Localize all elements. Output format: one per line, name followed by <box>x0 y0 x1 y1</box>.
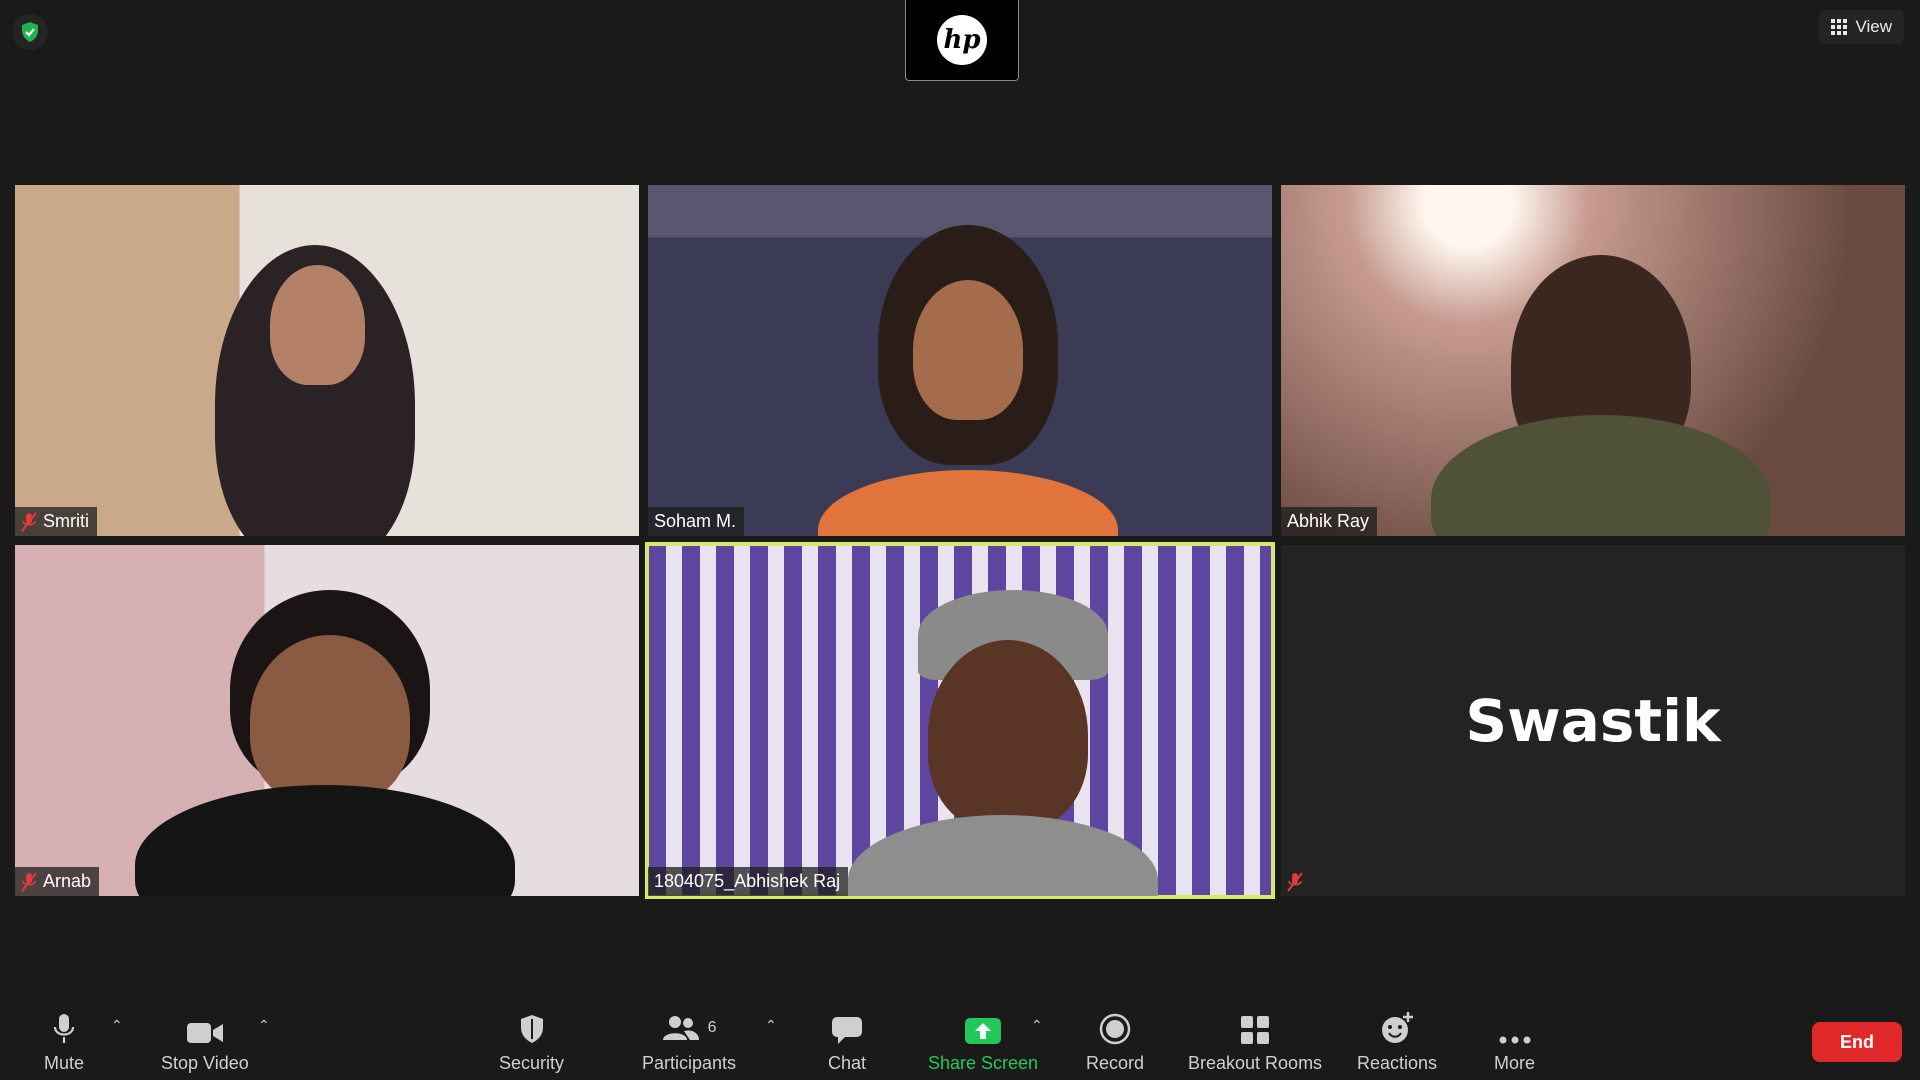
grid-icon <box>1831 19 1848 35</box>
video-tile-arnab[interactable]: Arnab <box>15 545 639 896</box>
participant-name: 1804075_Abhishek Raj <box>654 871 841 891</box>
smiley-plus-icon <box>1380 1011 1414 1045</box>
share-screen-button[interactable]: Share Screen <box>928 1011 1038 1074</box>
end-meeting-button[interactable]: End <box>1812 1022 1902 1062</box>
share-screen-label: Share Screen <box>928 1053 1039 1073</box>
video-tile-soham[interactable]: Soham M. <box>648 185 1272 536</box>
participant-namebar: 1804075_Abhishek Raj <box>648 867 849 896</box>
more-button[interactable]: More <box>1494 1011 1535 1074</box>
participant-namebar: Smriti <box>15 507 97 536</box>
video-tile-swastik-video-off[interactable]: Swastik <box>1281 545 1905 896</box>
breakout-rooms-label: Breakout Rooms <box>1188 1053 1323 1073</box>
stop-video-button[interactable]: Stop Video <box>161 1011 249 1074</box>
participants-count: 6 <box>707 1019 717 1036</box>
participants-button[interactable]: 6 Participants <box>642 1011 736 1074</box>
participant-namebar <box>1281 868 1311 896</box>
breakout-rooms-button[interactable]: Breakout Rooms <box>1188 1011 1322 1074</box>
mic-muted-icon <box>1287 872 1303 892</box>
audio-options-caret-icon[interactable]: ⌃ <box>111 1017 123 1034</box>
record-button[interactable]: Record <box>1086 1011 1144 1074</box>
participants-options-caret-icon[interactable]: ⌃ <box>765 1017 777 1034</box>
view-button[interactable]: View <box>1819 10 1904 44</box>
participant-name: Smriti <box>43 511 89 531</box>
mute-button[interactable]: Mute <box>44 1011 84 1074</box>
participant-namebar: Abhik Ray <box>1281 507 1378 536</box>
record-label: Record <box>1086 1053 1145 1073</box>
breakout-rooms-grid-icon <box>1240 1011 1270 1045</box>
mic-muted-icon <box>21 871 37 892</box>
microphone-icon <box>53 1011 75 1045</box>
video-options-caret-icon[interactable]: ⌃ <box>258 1017 270 1034</box>
security-shield-icon[interactable] <box>12 14 48 50</box>
meeting-toolbar: Mute ⌃ Stop Video ⌃ Security 6 Participa… <box>0 998 1920 1080</box>
participant-name: Abhik Ray <box>1287 511 1370 531</box>
video-tile-smriti[interactable]: Smriti <box>15 185 639 536</box>
participant-name: Arnab <box>43 871 92 891</box>
share-options-caret-icon[interactable]: ⌃ <box>1031 1017 1043 1034</box>
more-label: More <box>1494 1053 1536 1073</box>
share-screen-arrow-icon <box>964 1011 1002 1045</box>
video-tile-abhishek-active-speaker[interactable]: 1804075_Abhishek Raj <box>645 542 1275 899</box>
participant-display-name: Swastik <box>1465 686 1721 755</box>
participants-label: Participants <box>642 1053 737 1073</box>
stop-video-label: Stop Video <box>161 1053 249 1073</box>
chat-button[interactable]: Chat <box>828 1011 866 1074</box>
mic-muted-icon <box>21 511 37 532</box>
video-camera-icon <box>186 1011 224 1045</box>
mute-label: Mute <box>44 1053 85 1073</box>
video-tile-abhik[interactable]: Abhik Ray <box>1281 185 1905 536</box>
participant-namebar: Arnab <box>15 867 100 896</box>
reactions-button[interactable]: Reactions <box>1357 1011 1437 1074</box>
reactions-label: Reactions <box>1357 1053 1438 1073</box>
chat-label: Chat <box>828 1053 867 1073</box>
shield-icon <box>518 1011 546 1045</box>
participants-icon: 6 <box>662 1011 717 1045</box>
chat-bubble-icon <box>831 1011 863 1045</box>
view-label: View <box>1855 17 1892 36</box>
participant-name: Soham M. <box>654 511 737 531</box>
security-button[interactable]: Security <box>499 1011 564 1074</box>
record-icon <box>1099 1011 1131 1045</box>
hp-logo: hp <box>937 15 987 65</box>
security-label: Security <box>499 1053 565 1073</box>
host-thumbnail[interactable]: hp <box>905 0 1019 81</box>
participant-namebar: Soham M. <box>648 507 745 536</box>
more-dots-icon <box>1499 1011 1531 1045</box>
